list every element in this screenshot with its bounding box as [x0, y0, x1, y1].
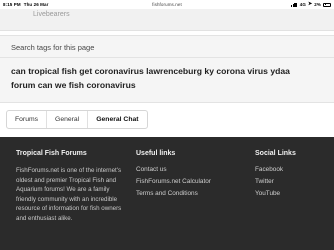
breadcrumb: Forums General General Chat — [6, 110, 148, 129]
footer-about-text: FishForums.net is one of the internet's … — [16, 167, 122, 222]
list-item[interactable]: Livebearers — [33, 11, 70, 18]
search-tags-box: Search tags for this page can tropical f… — [0, 35, 334, 103]
facebook-link[interactable]: Facebook — [255, 166, 296, 173]
footer-social-links: Social Links Facebook Twitter YouTube — [255, 150, 296, 201]
footer-useful-links: Useful links Contact us FishForums.net C… — [136, 150, 211, 201]
footer-about-title: Tropical Fish Forums — [16, 150, 87, 157]
youtube-link[interactable]: YouTube — [255, 190, 296, 197]
terms-link[interactable]: Terms and Conditions — [136, 190, 211, 197]
twitter-link[interactable]: Twitter — [255, 178, 296, 185]
status-bar: 8:15 PM Thu 26 Mar fishforums.net 4G ➤ 2… — [0, 0, 334, 9]
footer-about: Tropical Fish Forums FishForums.net is o… — [16, 150, 124, 224]
breadcrumb-forums[interactable]: Forums — [7, 111, 46, 128]
search-tags-header: Search tags for this page — [0, 36, 334, 58]
search-tags-list[interactable]: can tropical fish get coronavirus lawren… — [0, 58, 320, 92]
cellular-signal-icon — [290, 2, 298, 7]
breadcrumb-general[interactable]: General — [46, 111, 87, 128]
address-url[interactable]: fishforums.net — [0, 2, 334, 7]
footer-social-title: Social Links — [255, 150, 296, 157]
contact-us-link[interactable]: Contact us — [136, 166, 211, 173]
battery-icon — [323, 2, 331, 7]
site-footer: Tropical Fish Forums FishForums.net is o… — [0, 137, 334, 250]
previous-list-section: Livebearers — [0, 9, 334, 31]
calculator-link[interactable]: FishForums.net Calculator — [136, 178, 211, 185]
breadcrumb-general-chat[interactable]: General Chat — [87, 111, 146, 128]
footer-useful-links-title: Useful links — [136, 150, 176, 157]
